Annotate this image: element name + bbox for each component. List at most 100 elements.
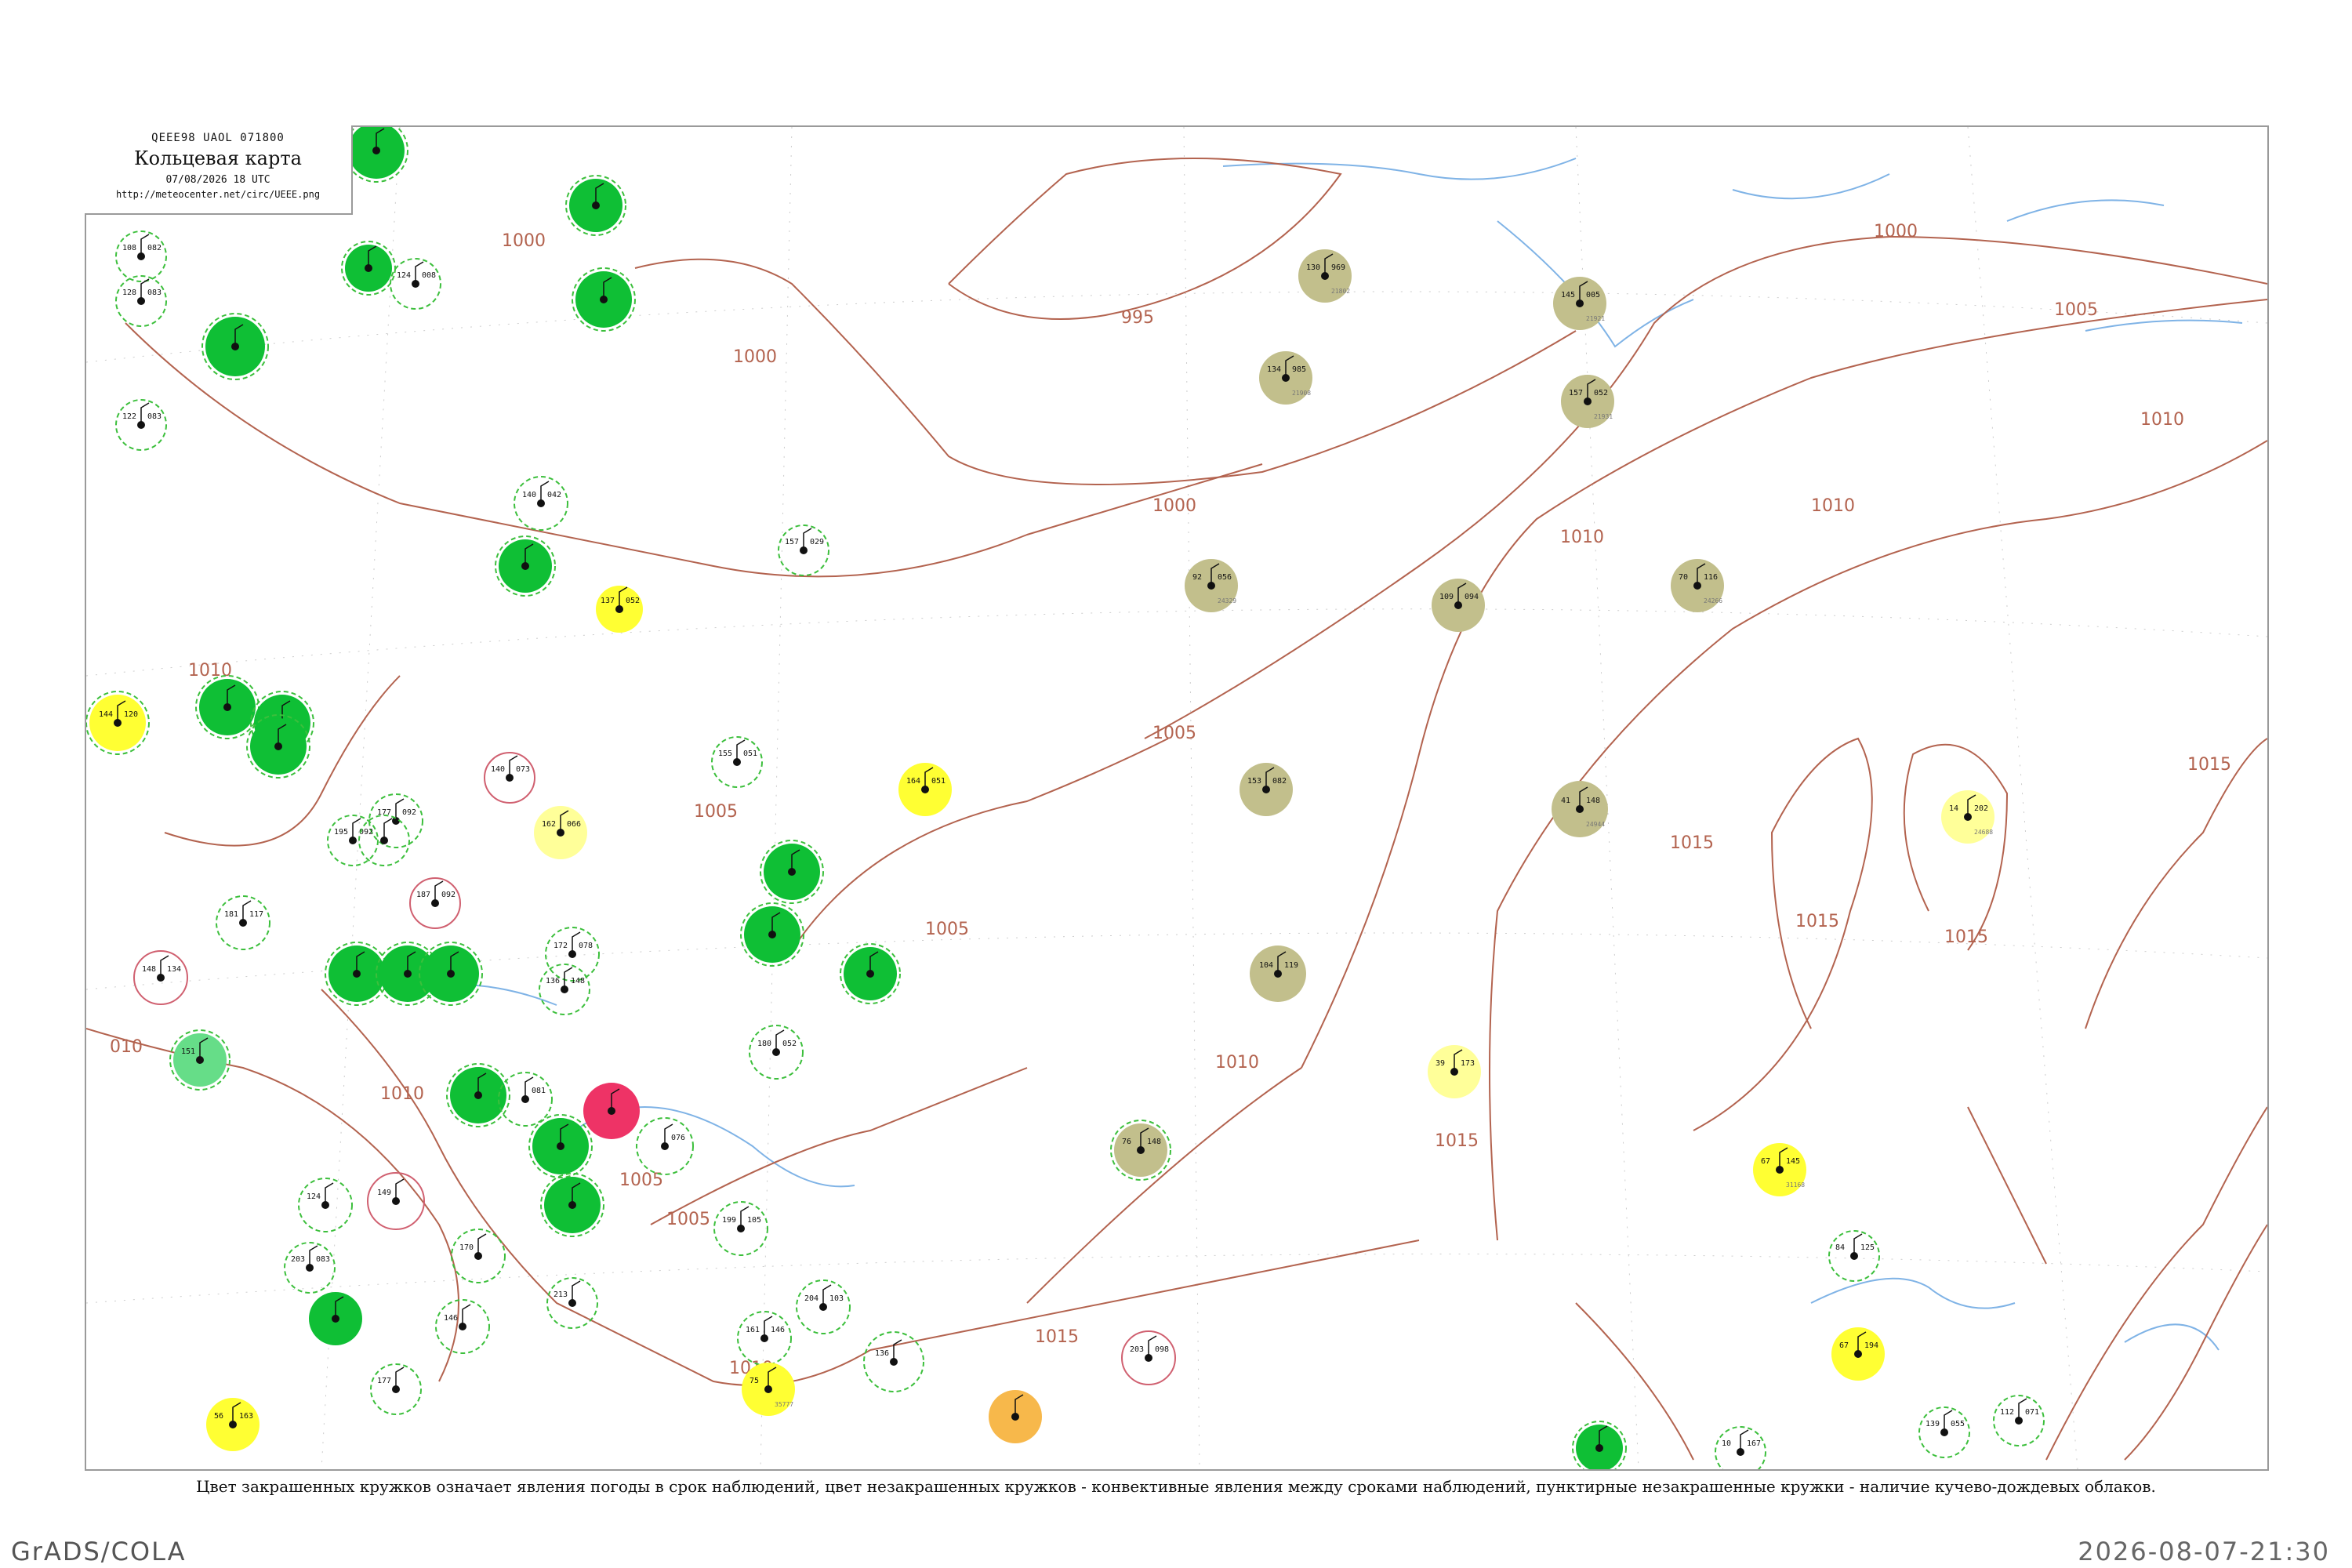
station-temp: 172	[554, 942, 568, 950]
station-id: 21921	[1586, 315, 1605, 322]
station-marker: 153 082	[1240, 763, 1293, 816]
station-marker	[528, 1114, 593, 1178]
station-marker: 124	[298, 1178, 353, 1232]
station-pressure: 173	[1461, 1059, 1475, 1068]
isobar-label: 1010	[188, 661, 232, 681]
station-temp: 122	[122, 412, 136, 421]
station-temp: 161	[746, 1326, 760, 1334]
station-id: 21908	[1292, 390, 1311, 397]
station-pressure: 083	[147, 412, 162, 421]
station-id: 24688	[1974, 829, 1993, 836]
station-temp: 134	[1267, 365, 1281, 374]
station-marker: 67 145 31168	[1753, 1143, 1806, 1196]
station-pressure: 148	[1147, 1138, 1161, 1146]
station-marker: 109 094	[1432, 579, 1485, 632]
station-pressure: 119	[1284, 961, 1298, 970]
isobar-label: 1015	[1035, 1327, 1079, 1347]
station-temp: 76	[1122, 1138, 1131, 1146]
station-temp: 104	[1259, 961, 1273, 970]
isobar-label: 1000	[1874, 222, 1918, 241]
station-temp: 146	[444, 1314, 458, 1323]
station-marker: 134 985 21908	[1259, 351, 1312, 405]
station-pressure: 202	[1974, 804, 1988, 813]
station-marker: 84 125	[1828, 1230, 1880, 1282]
station-marker	[760, 840, 824, 904]
station-temp: 162	[542, 820, 556, 829]
station-marker: 172 078	[545, 927, 600, 982]
station-pressure: 146	[771, 1326, 785, 1334]
isobar-label: 1005	[666, 1210, 710, 1229]
station-marker	[989, 1390, 1042, 1443]
isobar-label: 1005	[694, 802, 738, 822]
station-marker: 104 119	[1250, 946, 1306, 1002]
station-temp: 145	[1561, 291, 1575, 299]
station-pressure: 078	[579, 942, 593, 950]
station-marker: 14 202 24688	[1941, 790, 1994, 844]
station-pressure: 098	[1155, 1345, 1169, 1354]
station-marker: 10 167	[1715, 1426, 1766, 1469]
station-marker: 56 163	[206, 1398, 260, 1451]
isobar-label: 1015	[1944, 927, 1988, 947]
station-temp: 92	[1192, 573, 1202, 582]
station-marker: 145 005 21921	[1553, 277, 1606, 330]
station-marker: 70 116 24266	[1671, 559, 1724, 612]
station-pressure: 066	[567, 820, 581, 829]
station-temp: 181	[224, 910, 238, 919]
station-id: 24944	[1586, 821, 1605, 828]
station-marker: 162 066	[534, 806, 587, 859]
station-pressure: 081	[532, 1087, 546, 1095]
isobar-label: 1000	[733, 347, 777, 367]
station-pressure: 051	[931, 777, 946, 786]
station-temp: 41	[1561, 797, 1570, 805]
station-marker: 139 055	[1918, 1406, 1970, 1458]
isobar-label: 1005	[1152, 724, 1196, 743]
station-marker: 203 098	[1121, 1330, 1176, 1385]
isobar-label: 1005	[2054, 300, 2098, 320]
station-marker	[1572, 1421, 1627, 1469]
station-temp: 177	[377, 1377, 391, 1385]
station-pressure: 071	[2025, 1408, 2039, 1417]
station-marker: 39 173	[1428, 1045, 1481, 1098]
station-temp: 109	[1439, 593, 1454, 601]
graticule	[86, 127, 2267, 1469]
station-marker	[358, 815, 410, 866]
station-temp: 39	[1436, 1059, 1445, 1068]
station-temp: 128	[122, 289, 136, 297]
station-temp: 140	[522, 491, 536, 499]
station-id: 35777	[775, 1401, 793, 1408]
station-marker: 136 148	[539, 964, 590, 1015]
station-temp: 108	[122, 244, 136, 252]
footer-timestamp: 2026-08-07-21:30	[2078, 1537, 2330, 1566]
station-marker	[201, 313, 269, 380]
station-pressure: 134	[167, 965, 181, 974]
station-pressure: 103	[829, 1294, 844, 1303]
isobar-label: 1000	[502, 231, 546, 251]
isobar-label: 1005	[619, 1171, 663, 1190]
station-temp: 137	[601, 597, 615, 605]
station-marker: 195 092	[327, 815, 379, 866]
station-pressure: 148	[1586, 797, 1600, 805]
station-marker: 213	[546, 1277, 598, 1329]
station-temp: 148	[142, 965, 156, 974]
station-pressure: 029	[810, 538, 824, 546]
station-pressure: 125	[1860, 1243, 1875, 1252]
station-pressure: 082	[147, 244, 162, 252]
station-temp: 180	[757, 1040, 771, 1048]
station-marker: 148 134	[133, 950, 188, 1005]
station-marker	[583, 1083, 640, 1139]
station-marker	[446, 1063, 510, 1127]
station-marker: 75 35777	[742, 1363, 795, 1416]
station-pressure: 052	[626, 597, 640, 605]
station-pressure: 194	[1864, 1341, 1878, 1350]
station-temp: 56	[214, 1412, 223, 1421]
station-temp: 153	[1247, 777, 1261, 786]
station-marker: 124 008	[390, 258, 441, 310]
station-pressure: 167	[1747, 1439, 1761, 1448]
isobar-label: 995	[1121, 308, 1154, 328]
station-marker: 180 052	[749, 1025, 804, 1080]
station-marker: 76 148	[1110, 1120, 1171, 1181]
station-marker: 128 083	[115, 275, 167, 327]
isobar-label: 1005	[925, 920, 969, 939]
station-temp: 157	[1569, 389, 1583, 397]
station-temp: 151	[181, 1047, 195, 1056]
